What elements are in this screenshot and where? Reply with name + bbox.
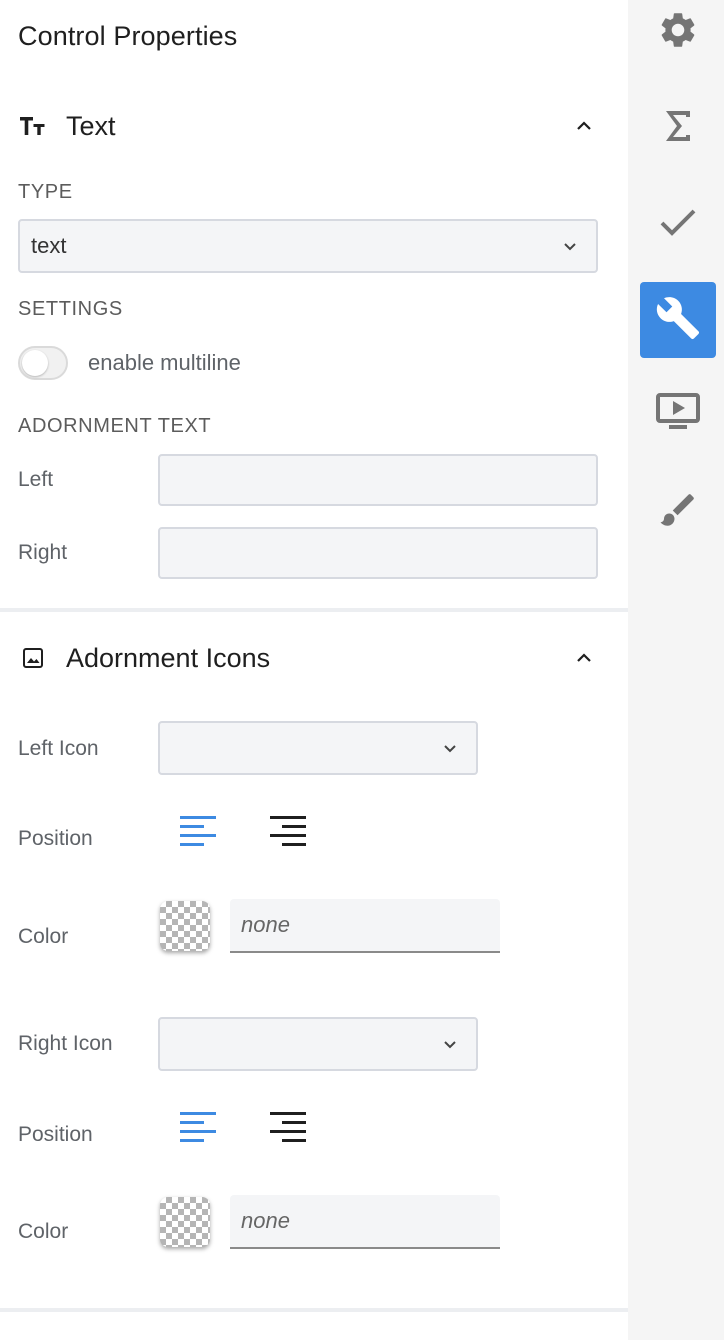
- checkmark-icon: [660, 208, 696, 241]
- text-size-icon: [18, 111, 48, 141]
- align-right-icon[interactable]: [268, 1108, 308, 1148]
- gear-icon: [657, 9, 699, 56]
- section-divider: [0, 1308, 628, 1312]
- right-icon-select[interactable]: [158, 1017, 478, 1071]
- panel-title: Control Properties: [18, 21, 238, 51]
- text-section-header[interactable]: Text: [18, 106, 598, 146]
- settings-tab[interactable]: [640, 0, 716, 70]
- properties-tab[interactable]: [640, 282, 716, 358]
- left-adornment-text-input[interactable]: [158, 454, 598, 506]
- left-icon-select[interactable]: [158, 721, 478, 775]
- right-adornment-text-input[interactable]: [158, 527, 598, 579]
- multiline-label: enable multiline: [88, 350, 241, 375]
- control-properties-panel: Control Properties Text TYPE text SETTIN…: [0, 0, 628, 1340]
- text-section-title: Text: [66, 110, 116, 141]
- chevron-down-icon: [560, 236, 580, 256]
- type-select[interactable]: text: [18, 219, 598, 273]
- style-tab[interactable]: [640, 474, 716, 550]
- adornment-text-caption: ADORNMENT TEXT: [18, 415, 212, 437]
- right-color-label: Color: [18, 1220, 69, 1243]
- multiline-toggle[interactable]: [18, 346, 68, 380]
- chevron-up-icon[interactable]: [572, 114, 596, 138]
- side-toolbar: [628, 0, 724, 1340]
- left-color-label: Color: [18, 925, 69, 948]
- left-color-swatch[interactable]: [160, 901, 210, 951]
- functions-tab[interactable]: [640, 90, 716, 166]
- left-text-label: Left: [18, 468, 54, 491]
- right-color-input[interactable]: none: [230, 1195, 500, 1249]
- chevron-up-icon[interactable]: [572, 646, 596, 670]
- align-left-icon[interactable]: [178, 1108, 218, 1148]
- left-icon-label: Left Icon: [18, 737, 99, 760]
- type-caption: TYPE: [18, 181, 73, 203]
- align-left-icon[interactable]: [178, 812, 218, 852]
- brush-icon: [657, 489, 699, 536]
- image-icon: [18, 643, 48, 673]
- wrench-icon: [655, 295, 701, 346]
- adornment-icons-section-header[interactable]: Adornment Icons: [18, 638, 598, 678]
- adornment-icons-section-title: Adornment Icons: [66, 642, 271, 673]
- sigma-icon: [663, 109, 693, 148]
- settings-caption: SETTINGS: [18, 298, 123, 320]
- right-icon-label: Right Icon: [18, 1032, 113, 1055]
- align-right-icon[interactable]: [268, 812, 308, 852]
- type-select-value: text: [31, 233, 67, 258]
- right-color-placeholder: none: [241, 1208, 290, 1233]
- right-text-label: Right: [18, 541, 68, 564]
- right-color-swatch[interactable]: [160, 1197, 210, 1247]
- left-color-placeholder: none: [241, 912, 290, 937]
- toggle-knob: [22, 350, 48, 376]
- validation-tab[interactable]: [640, 186, 716, 262]
- left-position-label: Position: [18, 827, 93, 850]
- chevron-down-icon: [440, 738, 460, 758]
- chevron-down-icon: [440, 1034, 460, 1054]
- left-color-input[interactable]: none: [230, 899, 500, 953]
- preview-tab[interactable]: [640, 376, 716, 452]
- section-divider: [0, 608, 628, 612]
- slideshow-icon: [655, 392, 701, 437]
- right-position-label: Position: [18, 1123, 93, 1146]
